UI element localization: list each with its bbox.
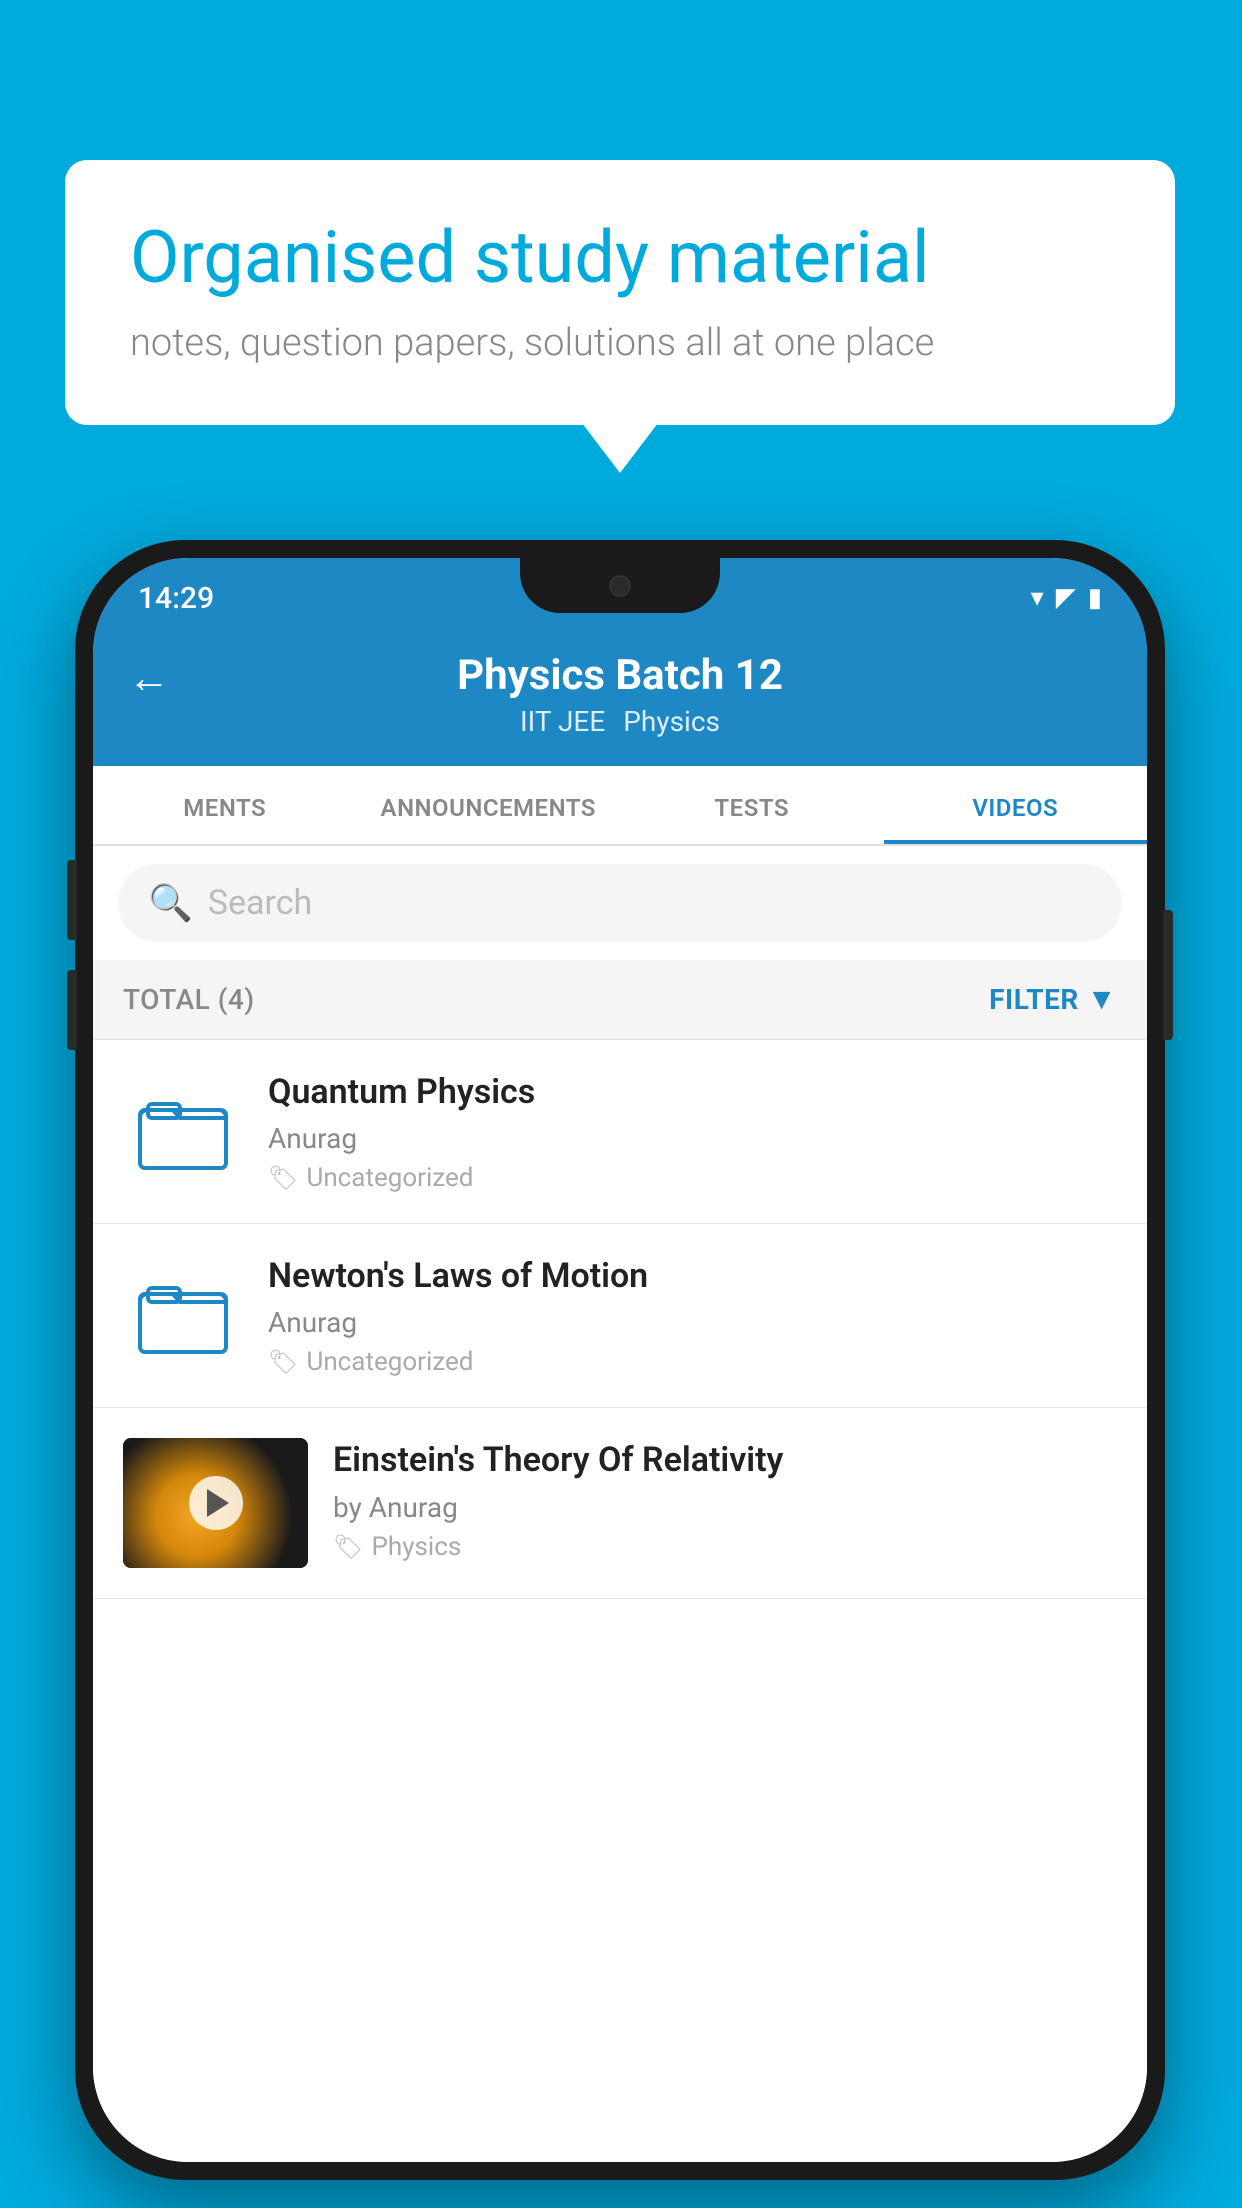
video-info-1: Quantum Physics Anurag 🏷 Uncategorized xyxy=(268,1070,1117,1193)
side-button-right xyxy=(1163,910,1173,1040)
phone-camera xyxy=(609,575,631,597)
tag-icon-1: 🏷 xyxy=(268,1164,298,1192)
filter-label: FILTER xyxy=(989,983,1079,1016)
video-title-3: Einstein's Theory Of Relativity xyxy=(333,1438,1117,1482)
video-list: Quantum Physics Anurag 🏷 Uncategorized xyxy=(93,1040,1147,2162)
speech-bubble-subtitle: notes, question papers, solutions all at… xyxy=(130,321,1110,365)
status-time: 14:29 xyxy=(138,581,214,616)
search-icon: 🔍 xyxy=(148,882,193,924)
video-author-3: by Anurag xyxy=(333,1491,1117,1524)
battery-icon: ▮ xyxy=(1088,583,1102,613)
header-subtitle-part1: IIT JEE xyxy=(520,705,605,738)
filter-row: TOTAL (4) FILTER ▼ xyxy=(93,960,1147,1040)
play-button[interactable] xyxy=(189,1476,243,1530)
wifi-icon: ▾ xyxy=(1031,583,1044,613)
tab-ments[interactable]: MENTS xyxy=(93,766,357,844)
speech-bubble: Organised study material notes, question… xyxy=(65,160,1175,425)
filter-funnel-icon: ▼ xyxy=(1087,982,1117,1017)
video-info-3: Einstein's Theory Of Relativity by Anura… xyxy=(333,1438,1117,1561)
search-container: 🔍 Search xyxy=(93,846,1147,960)
search-placeholder: Search xyxy=(208,883,312,923)
side-button-left-top xyxy=(67,860,77,940)
tabs-bar: MENTS ANNOUNCEMENTS TESTS VIDEOS xyxy=(93,766,1147,846)
play-triangle-icon xyxy=(207,1489,229,1517)
screen-content: 14:29 ▾ ◤ ▮ ← Physics Batch 12 IIT JEE P… xyxy=(93,558,1147,2162)
video-tag-2: 🏷 Uncategorized xyxy=(268,1347,1117,1377)
video-thumbnail-einstein xyxy=(123,1438,308,1568)
tag-label-3: Physics xyxy=(371,1532,461,1562)
phone-notch xyxy=(520,558,720,613)
speech-bubble-container: Organised study material notes, question… xyxy=(65,160,1175,425)
search-bar[interactable]: 🔍 Search xyxy=(118,864,1122,942)
signal-icon: ◤ xyxy=(1056,583,1076,613)
total-label: TOTAL (4) xyxy=(123,983,255,1016)
tag-icon-2: 🏷 xyxy=(268,1348,298,1376)
phone-outer: 14:29 ▾ ◤ ▮ ← Physics Batch 12 IIT JEE P… xyxy=(75,540,1165,2180)
tag-icon-3: 🏷 xyxy=(333,1533,363,1561)
video-thumbnail-1 xyxy=(123,1070,243,1190)
app-header: ← Physics Batch 12 IIT JEE Physics xyxy=(93,626,1147,766)
side-button-left-bottom xyxy=(67,970,77,1050)
video-author-1: Anurag xyxy=(268,1122,1117,1155)
phone-container: 14:29 ▾ ◤ ▮ ← Physics Batch 12 IIT JEE P… xyxy=(75,540,1165,2180)
video-author-2: Anurag xyxy=(268,1306,1117,1339)
video-thumbnail-2 xyxy=(123,1254,243,1374)
list-item[interactable]: Newton's Laws of Motion Anurag 🏷 Uncateg… xyxy=(93,1224,1147,1408)
video-tag-3: 🏷 Physics xyxy=(333,1532,1117,1562)
folder-icon-2 xyxy=(138,1269,228,1359)
list-item[interactable]: Einstein's Theory Of Relativity by Anura… xyxy=(93,1408,1147,1599)
header-title: Physics Batch 12 xyxy=(457,651,783,700)
filter-button[interactable]: FILTER ▼ xyxy=(989,982,1117,1017)
header-subtitle-part2: Physics xyxy=(623,705,720,738)
tab-tests[interactable]: TESTS xyxy=(620,766,884,844)
video-tag-1: 🏷 Uncategorized xyxy=(268,1163,1117,1193)
back-button[interactable]: ← xyxy=(128,654,170,703)
tag-label-1: Uncategorized xyxy=(306,1163,473,1193)
tab-videos[interactable]: VIDEOS xyxy=(884,766,1148,844)
header-subtitle: IIT JEE Physics xyxy=(520,705,720,738)
list-item[interactable]: Quantum Physics Anurag 🏷 Uncategorized xyxy=(93,1040,1147,1224)
folder-icon-1 xyxy=(138,1085,228,1175)
speech-bubble-title: Organised study material xyxy=(130,215,1110,301)
video-title-1: Quantum Physics xyxy=(268,1070,1117,1114)
status-icons: ▾ ◤ ▮ xyxy=(1031,583,1102,613)
tag-label-2: Uncategorized xyxy=(306,1347,473,1377)
phone-screen: 14:29 ▾ ◤ ▮ ← Physics Batch 12 IIT JEE P… xyxy=(93,558,1147,2162)
tab-announcements[interactable]: ANNOUNCEMENTS xyxy=(357,766,621,844)
video-title-2: Newton's Laws of Motion xyxy=(268,1254,1117,1298)
video-info-2: Newton's Laws of Motion Anurag 🏷 Uncateg… xyxy=(268,1254,1117,1377)
